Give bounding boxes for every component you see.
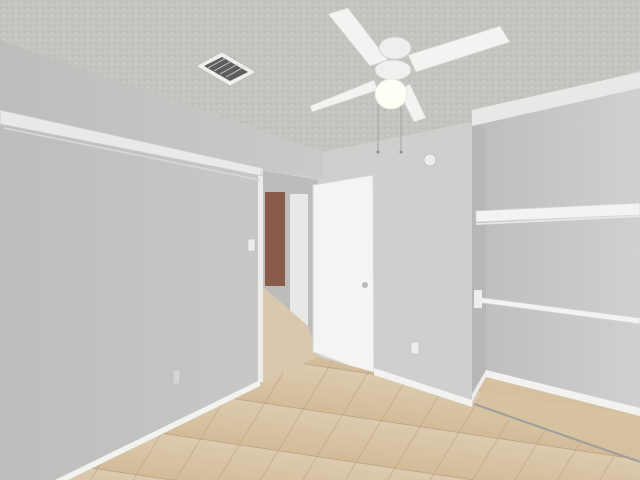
smoke-detector-icon: [423, 153, 437, 167]
closet-shelf-bracket: [474, 290, 482, 308]
power-outlet-icon-left: [172, 369, 181, 385]
open-door: [312, 174, 375, 376]
door-knob-icon: [362, 282, 368, 288]
fan-motor: [374, 59, 412, 81]
light-switch-icon: [247, 238, 256, 252]
hallway-door-frame: [290, 194, 308, 326]
hallway-far-wall: [265, 192, 285, 286]
power-outlet-icon: [410, 341, 420, 355]
fan-canopy: [378, 36, 412, 60]
room-photo: [0, 0, 640, 480]
closet-interior: [472, 84, 640, 410]
door-frame: [258, 168, 263, 382]
room-scene: [0, 0, 640, 480]
fan-light-globe: [374, 78, 408, 110]
closet-side-wall: [472, 122, 486, 398]
